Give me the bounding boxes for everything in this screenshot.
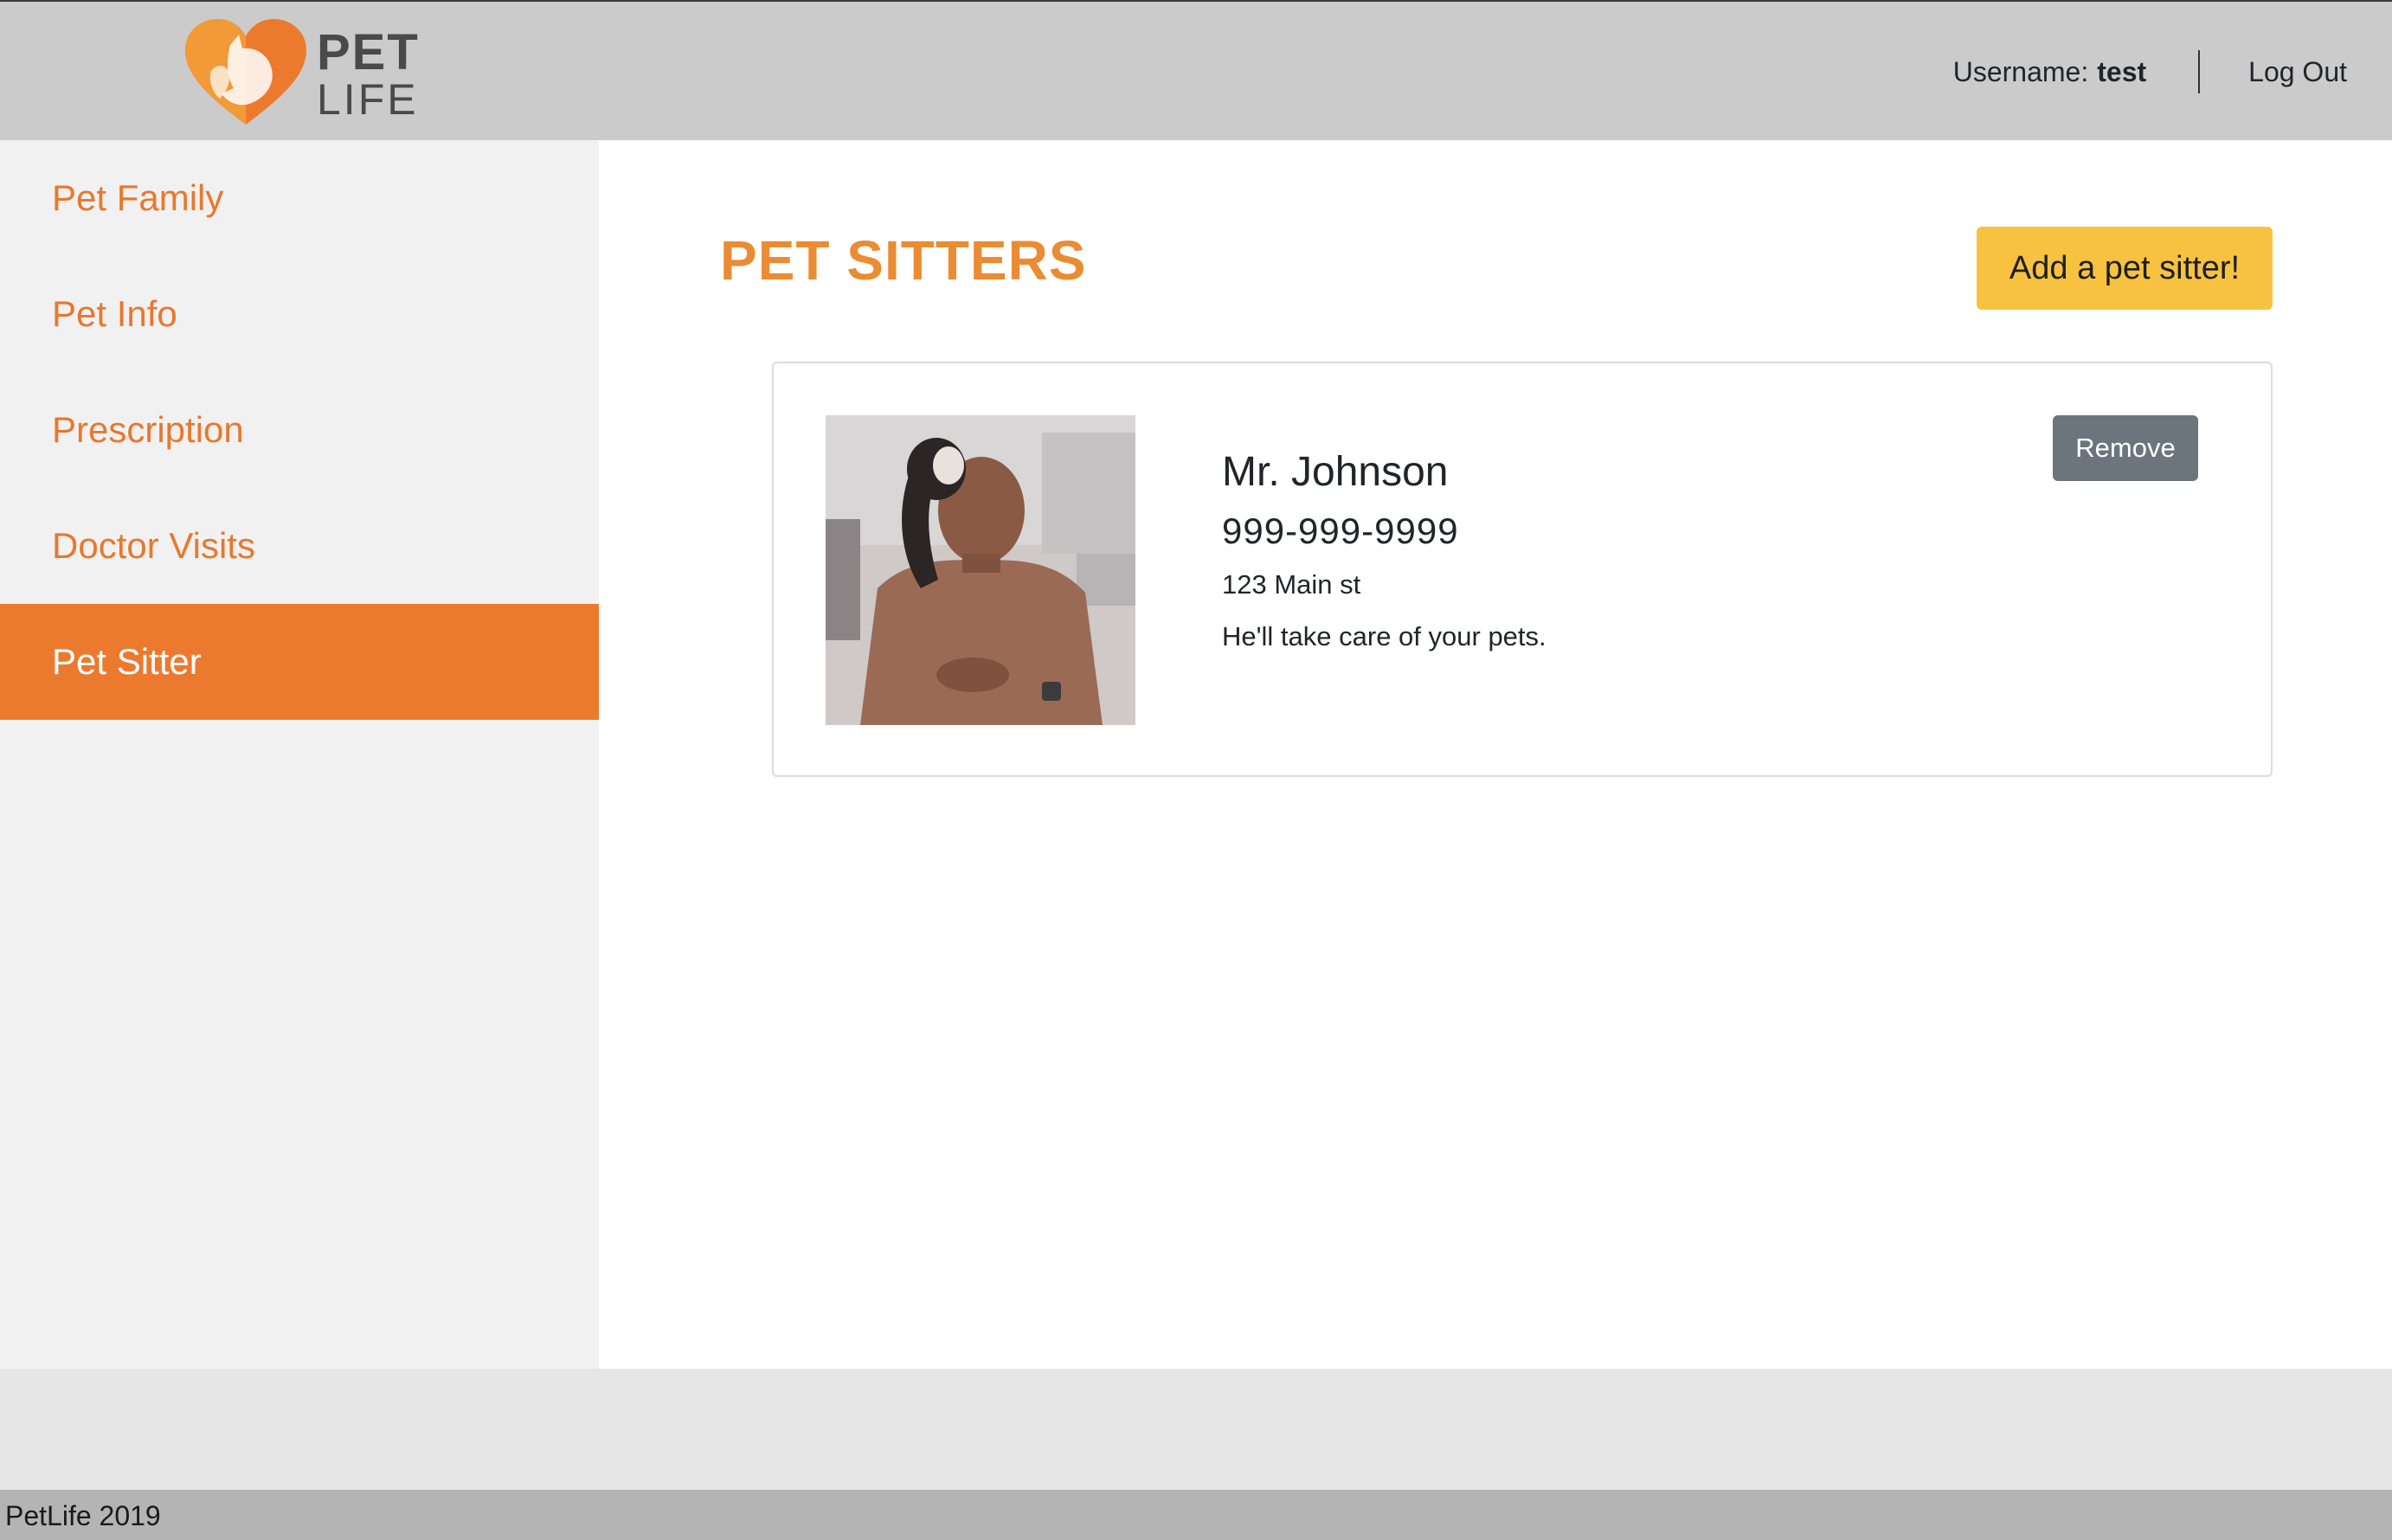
logo-text-life: LIFE [317,75,419,124]
footer-copyright: PetLife 2019 [5,1500,161,1531]
logo-text-pet: PET [317,24,420,80]
sitter-name: Mr. Johnson [1222,449,1449,495]
petlife-logo[interactable]: PET LIFE [185,19,428,126]
top-header: PET LIFE Username: test Log Out [0,0,2392,140]
sidebar-nav: Pet Family Pet Info Prescription Doctor … [0,140,599,1369]
header-divider [2198,50,2201,93]
sitter-address: 123 Main st [1222,569,1361,600]
sidebar-item-pet-info[interactable]: Pet Info [0,256,599,372]
pet-sitter-card: Mr. Johnson 999-999-9999 123 Main st He'… [772,362,2273,777]
sidebar-item-pet-sitter[interactable]: Pet Sitter [0,604,599,720]
add-pet-sitter-button[interactable]: Add a pet sitter! [1977,227,2273,310]
logout-link[interactable]: Log Out [2248,56,2347,88]
remove-sitter-button[interactable]: Remove [2053,415,2198,481]
sitter-photo [826,415,1135,725]
sitter-note: He'll take care of your pets. [1222,621,1546,651]
sidebar-item-prescription[interactable]: Prescription [0,372,599,488]
sitter-photo-image [826,415,1135,725]
sitter-phone: 999-999-9999 [1222,510,1459,551]
footer-bar: PetLife 2019 [0,1490,2392,1540]
page-title: PET SITTERS [720,229,1087,292]
username-label: Username: [1952,55,2089,87]
sidebar-item-doctor-visits[interactable]: Doctor Visits [0,488,599,604]
heart-pet-logo-icon [185,19,306,125]
footer-band [0,1369,2392,1490]
user-area: Username: test Log Out [1953,50,2347,93]
logo-wordmark: PET LIFE [317,24,420,124]
username-value: test [2097,55,2147,87]
sidebar-item-pet-family[interactable]: Pet Family [0,140,599,256]
